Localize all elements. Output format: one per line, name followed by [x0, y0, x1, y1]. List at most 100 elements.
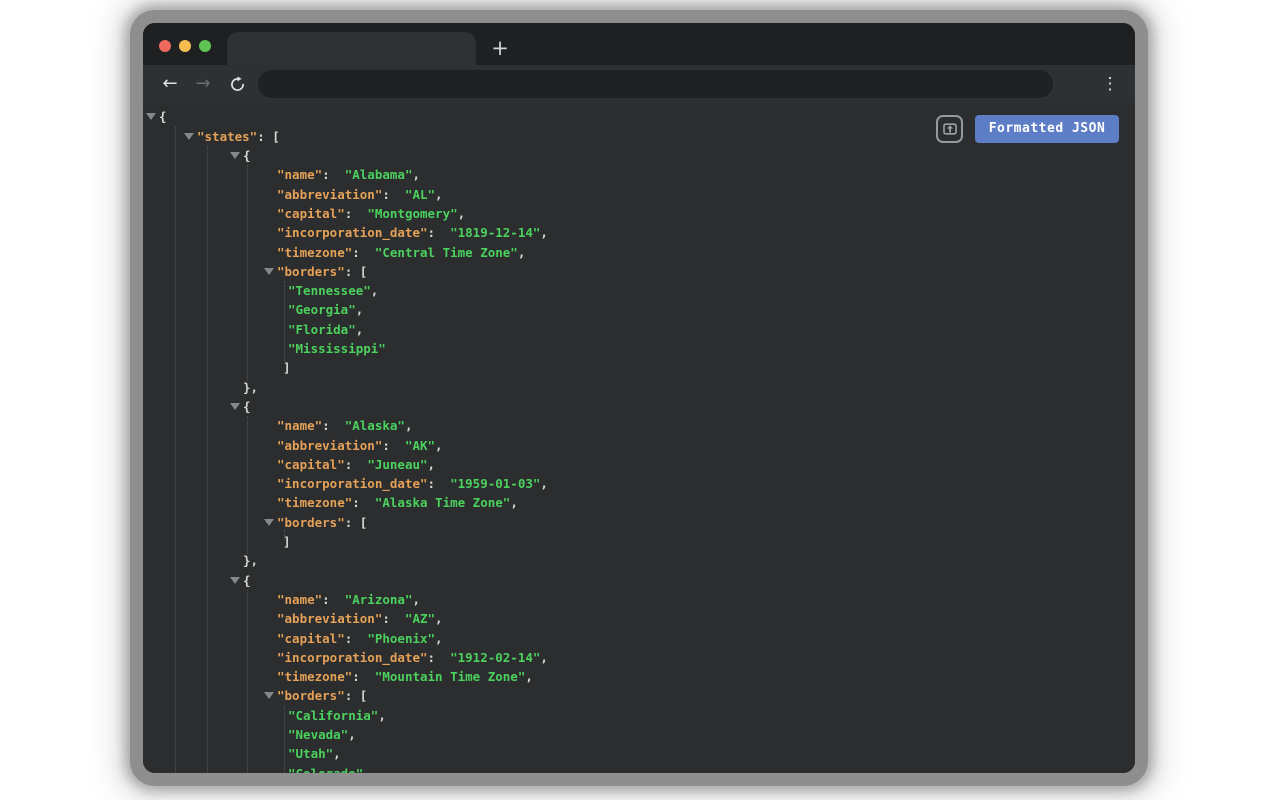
json-line: "name": "Arizona",	[277, 590, 420, 610]
json-key: "abbreviation"	[277, 438, 382, 453]
json-string-value: "Alaska Time Zone"	[375, 495, 510, 510]
browser-window: + ← → ⋮ {"states": [{"name": "Alabama","…	[143, 23, 1135, 773]
json-string-value: "Tennessee"	[288, 283, 371, 298]
json-punctuation: },	[243, 553, 258, 568]
json-punctuation: ,	[510, 495, 518, 510]
json-line: "timezone": "Central Time Zone",	[277, 243, 525, 263]
json-punctuation: {	[159, 109, 167, 124]
json-key: "incorporation_date"	[277, 476, 428, 491]
json-line: {	[243, 397, 251, 417]
json-key: "incorporation_date"	[277, 650, 428, 665]
json-punctuation: ,	[540, 476, 548, 491]
json-key: "states"	[197, 129, 257, 144]
json-string-value: "Montgomery"	[367, 206, 457, 221]
json-line: "abbreviation": "AK",	[277, 436, 443, 456]
menu-icon[interactable]: ⋮	[1100, 72, 1120, 96]
json-punctuation: {	[243, 573, 251, 588]
json-punctuation: {	[243, 148, 251, 163]
forward-icon[interactable]: →	[191, 72, 215, 96]
json-line: "borders": [	[277, 513, 367, 533]
json-punctuation: : [	[257, 129, 280, 144]
collapse-toggle-icon[interactable]	[264, 692, 274, 699]
json-string-value: "1819-12-14"	[450, 225, 540, 240]
json-punctuation: :	[345, 457, 368, 472]
collapse-toggle-icon[interactable]	[230, 577, 240, 584]
browser-toolbar: ← → ⋮	[143, 65, 1135, 103]
zoom-window-button[interactable]	[199, 40, 211, 52]
json-key: "timezone"	[277, 495, 352, 510]
json-key: "abbreviation"	[277, 187, 382, 202]
json-key: "borders"	[277, 688, 345, 703]
json-punctuation: ,	[435, 438, 443, 453]
json-key: "borders"	[277, 515, 345, 530]
json-punctuation: ,	[435, 187, 443, 202]
json-line: "Georgia",	[288, 300, 363, 320]
address-bar[interactable]	[258, 70, 1053, 98]
json-punctuation: ,	[356, 322, 364, 337]
collapse-toggle-icon[interactable]	[264, 519, 274, 526]
json-string-value: "AZ"	[405, 611, 435, 626]
new-tab-button[interactable]: +	[488, 37, 512, 61]
json-punctuation: ]	[283, 360, 291, 375]
json-punctuation: ,	[435, 611, 443, 626]
back-icon[interactable]: ←	[158, 72, 182, 96]
json-punctuation: :	[352, 669, 375, 684]
collapse-toggle-icon[interactable]	[230, 152, 240, 159]
json-punctuation: ,	[371, 283, 379, 298]
open-in-window-button[interactable]	[936, 115, 963, 143]
indent-guide	[284, 706, 285, 773]
json-key: "name"	[277, 418, 322, 433]
json-punctuation: ,	[518, 245, 526, 260]
json-key: "abbreviation"	[277, 611, 382, 626]
json-punctuation: :	[428, 650, 451, 665]
tab-strip: +	[143, 23, 1135, 65]
json-line: "abbreviation": "AL",	[277, 185, 443, 205]
collapse-toggle-icon[interactable]	[264, 268, 274, 275]
json-string-value: "Utah"	[288, 746, 333, 761]
json-punctuation: {	[243, 399, 251, 414]
json-line: "Utah",	[288, 744, 341, 764]
json-punctuation: : [	[345, 515, 368, 530]
json-line: "Tennessee",	[288, 281, 378, 301]
json-punctuation: ,	[412, 592, 420, 607]
json-punctuation: :	[322, 592, 345, 607]
indent-guide	[247, 165, 248, 381]
desktop-background: + ← → ⋮ {"states": [{"name": "Alabama","…	[0, 0, 1280, 800]
json-punctuation: :	[345, 631, 368, 646]
json-line: "capital": "Juneau",	[277, 455, 435, 475]
json-line: "incorporation_date": "1912-02-14",	[277, 648, 548, 668]
json-line: "capital": "Phoenix",	[277, 629, 443, 649]
json-key: "borders"	[277, 264, 345, 279]
collapse-toggle-icon[interactable]	[230, 403, 240, 410]
json-string-value: "Alabama"	[345, 167, 413, 182]
json-string-value: "Georgia"	[288, 302, 356, 317]
json-key: "timezone"	[277, 245, 352, 260]
json-line: "borders": [	[277, 262, 367, 282]
minimize-window-button[interactable]	[179, 40, 191, 52]
json-string-value: "1959-01-03"	[450, 476, 540, 491]
json-punctuation: ,	[540, 225, 548, 240]
json-string-value: "Florida"	[288, 322, 356, 337]
collapse-toggle-icon[interactable]	[146, 113, 156, 120]
json-string-value: "Juneau"	[367, 457, 427, 472]
json-punctuation: :	[322, 167, 345, 182]
browser-tab[interactable]	[227, 32, 476, 65]
json-punctuation: :	[345, 206, 368, 221]
json-line: "capital": "Montgomery",	[277, 204, 465, 224]
json-string-value: "Phoenix"	[367, 631, 435, 646]
json-line: ]	[283, 532, 291, 552]
formatted-json-button[interactable]: Formatted JSON	[975, 115, 1119, 143]
json-line: {	[243, 571, 251, 591]
json-punctuation: ,	[540, 650, 548, 665]
json-line: "Mississippi"	[288, 339, 386, 359]
reload-icon[interactable]	[229, 76, 246, 93]
json-punctuation: ,	[363, 766, 371, 773]
json-key: "capital"	[277, 631, 345, 646]
json-string-value: "Alaska"	[345, 418, 405, 433]
json-line: "Florida",	[288, 320, 363, 340]
collapse-toggle-icon[interactable]	[184, 133, 194, 140]
json-punctuation: :	[382, 438, 405, 453]
close-window-button[interactable]	[159, 40, 171, 52]
json-line: "incorporation_date": "1959-01-03",	[277, 474, 548, 494]
json-key: "incorporation_date"	[277, 225, 428, 240]
